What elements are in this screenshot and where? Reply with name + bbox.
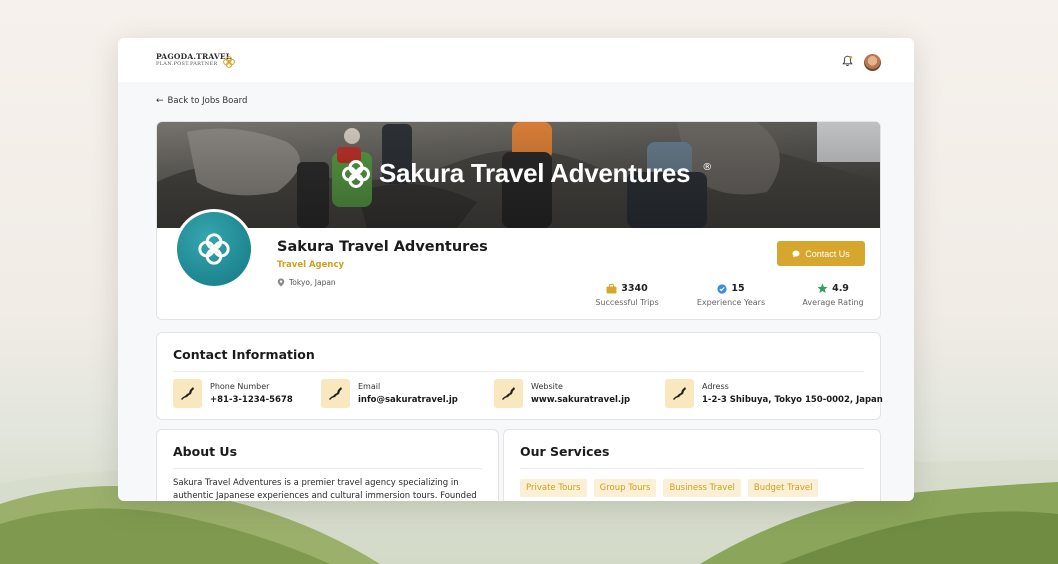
stat-value: 15 xyxy=(731,283,745,294)
stat-successful-trips: 3340 Successful Trips xyxy=(593,283,661,307)
stat-value: 3340 xyxy=(621,283,648,294)
back-link-label: Back to Jobs Board xyxy=(167,96,248,106)
japan-map-icon xyxy=(665,379,694,408)
registered-mark: ® xyxy=(702,162,713,173)
service-tag-group-tours[interactable]: Group Tours xyxy=(593,479,657,497)
company-avatar xyxy=(174,209,254,289)
company-logo-icon xyxy=(342,159,370,188)
contact-label: Email xyxy=(358,382,381,391)
divider xyxy=(520,468,864,469)
contact-address: Adress 1-2-3 Shibuya, Tokyo 150-0002, Ja… xyxy=(665,379,883,408)
card-title: About Us xyxy=(173,444,238,459)
japan-map-icon xyxy=(173,379,202,408)
back-to-jobs-link[interactable]: ← Back to Jobs Board xyxy=(156,96,247,106)
service-tag-private-tours[interactable]: Private Tours xyxy=(520,479,587,497)
contact-information-card: Contact Information Phone Number +81-3-1… xyxy=(156,332,883,420)
japan-map-icon xyxy=(494,379,523,408)
map-pin-icon xyxy=(277,278,285,287)
service-tags: Private Tours Group Tours Business Trave… xyxy=(520,479,819,497)
stat-label: Average Rating xyxy=(802,298,864,307)
stat-value: 4.9 xyxy=(832,283,849,294)
service-tag-budget-travel[interactable]: Budget Travel xyxy=(747,479,819,497)
service-tag-business-travel[interactable]: Business Travel xyxy=(663,479,741,497)
our-services-card: Our Services Private Tours Group Tours B… xyxy=(503,429,881,501)
app-window: PAGODA.TRAVEL PLAN.POST.PARTNER ← Back t… xyxy=(118,38,914,501)
brand-title: PAGODA.TRAVEL xyxy=(156,52,232,61)
bell-icon[interactable] xyxy=(842,55,853,67)
card-title: Our Services xyxy=(520,444,610,459)
company-logo-icon xyxy=(198,233,230,265)
divider xyxy=(173,468,482,469)
arrow-left-icon: ← xyxy=(156,96,164,106)
user-avatar[interactable] xyxy=(864,54,881,71)
card-title: Contact Information xyxy=(173,347,315,362)
contact-us-button[interactable]: Contact Us xyxy=(777,241,865,266)
banner-company-name: Sakura Travel Adventures xyxy=(379,158,691,188)
lotus-logo-icon xyxy=(223,56,235,68)
japan-map-icon xyxy=(321,379,350,408)
verified-badge-icon xyxy=(717,283,727,294)
contact-value[interactable]: info@sakuratravel.jp xyxy=(358,395,458,405)
contact-label: Website xyxy=(531,382,563,391)
stat-label: Experience Years xyxy=(696,298,766,307)
contact-label: Adress xyxy=(702,382,729,391)
location-text: Tokyo, Japan xyxy=(289,278,336,287)
stat-experience-years: 15 Experience Years xyxy=(693,283,769,307)
chat-bubble-icon xyxy=(792,250,800,257)
banner-title: Sakura Travel Adventures ® xyxy=(341,158,712,189)
star-icon xyxy=(817,283,828,293)
brand-logo[interactable]: PAGODA.TRAVEL PLAN.POST.PARTNER xyxy=(156,52,235,68)
brand-subtitle: PLAN.POST.PARTNER xyxy=(156,61,218,67)
contact-email: Email info@sakuratravel.jp xyxy=(321,379,458,408)
cover-banner: Sakura Travel Adventures ® xyxy=(157,122,880,228)
company-name: Sakura Travel Adventures xyxy=(277,239,488,255)
top-navigation-bar: PAGODA.TRAVEL PLAN.POST.PARTNER xyxy=(118,38,914,82)
about-us-card: About Us Sakura Travel Adventures is a p… xyxy=(156,429,499,501)
company-type: Travel Agency xyxy=(277,260,345,270)
contact-value[interactable]: www.sakuratravel.jp xyxy=(531,395,630,405)
luggage-icon xyxy=(606,283,617,293)
contact-phone: Phone Number +81-3-1234-5678 xyxy=(173,379,293,408)
contact-us-label: Contact Us xyxy=(805,248,850,259)
about-description: Sakura Travel Adventures is a premier tr… xyxy=(173,478,477,501)
contact-website: Website www.sakuratravel.jp xyxy=(494,379,630,408)
stat-label: Successful Trips xyxy=(595,298,659,307)
stat-average-rating: 4.9 Average Rating xyxy=(801,283,865,307)
contact-label: Phone Number xyxy=(210,382,270,391)
contact-value: 1-2-3 Shibuya, Tokyo 150-0002, Japan xyxy=(702,395,883,405)
contact-value[interactable]: +81-3-1234-5678 xyxy=(210,395,293,405)
divider xyxy=(173,371,864,372)
company-profile-card: Sakura Travel Adventures ® Sakura Travel… xyxy=(156,121,881,320)
company-location: Tokyo, Japan xyxy=(277,278,336,287)
